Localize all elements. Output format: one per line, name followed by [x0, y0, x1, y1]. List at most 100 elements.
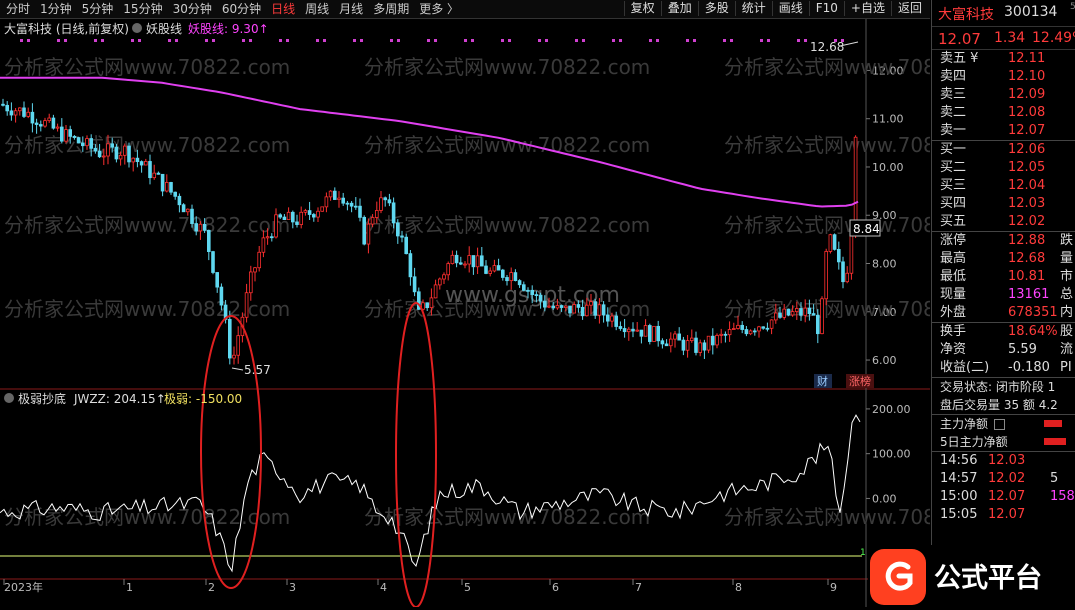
period-tab-7[interactable]: 周线	[305, 2, 329, 16]
stat2-0-row[interactable]: 换手 18.64% 股	[932, 323, 1075, 341]
stock-name[interactable]: 大富科技	[938, 4, 994, 24]
period-tab-1[interactable]: 1分钟	[40, 2, 72, 16]
candle-body	[169, 182, 173, 193]
main-net5-row[interactable]: 5日主力净额	[932, 433, 1075, 451]
ask-5-row[interactable]: 卖五 ¥ 12.11	[932, 50, 1075, 68]
kline-chart[interactable]: 12.0011.0010.009.008.007.006.00200.00100…	[0, 19, 1010, 608]
period-tab-9[interactable]: 多周期	[373, 2, 409, 16]
candle-body	[622, 328, 627, 333]
candle-body	[1, 103, 5, 106]
candle-body	[17, 107, 22, 112]
signal-dot	[730, 39, 733, 42]
tool-button-3[interactable]: 统计	[734, 1, 772, 16]
candle-body	[769, 319, 774, 329]
candle-body	[395, 222, 400, 237]
candle-body	[807, 307, 812, 314]
candle-body	[631, 328, 635, 332]
stat-3-extra: 总	[1060, 287, 1074, 302]
bid-2-value: 12.05	[1008, 160, 1046, 175]
tool-button-6[interactable]: +自选	[843, 1, 891, 16]
x-axis-label: 2023年	[4, 580, 43, 594]
watermark: 分析家公式网www.70822.com	[724, 55, 930, 79]
tick-price: 12.03	[988, 453, 1026, 468]
bid-1-row[interactable]: 买一 12.06	[932, 141, 1075, 159]
tick-volume: 158	[1050, 489, 1075, 504]
candle-body	[85, 138, 89, 147]
tool-button-7[interactable]: 返回	[890, 1, 928, 16]
bid-3-label: 买三	[940, 178, 967, 193]
stat-2-row[interactable]: 最低 10.81 市	[932, 268, 1075, 286]
candle-body	[379, 197, 383, 211]
candle-body	[517, 280, 522, 286]
stat2-2-row[interactable]: 收益(二) -0.180 PI	[932, 359, 1075, 377]
main-net-row[interactable]: 主力净额	[932, 415, 1075, 433]
candle-body	[526, 289, 530, 292]
stat-0-row[interactable]: 涨停 12.88 跌	[932, 232, 1075, 250]
chart-area[interactable]: 12.00 11.00 10.00 9.00 8.00 7.00 6.00 200.00 100…	[0, 19, 1010, 608]
candle-body	[370, 217, 375, 225]
period-tab-6[interactable]: 日线	[271, 2, 295, 16]
bid-2-row[interactable]: 买二 12.05	[932, 159, 1075, 177]
stat2-1-row[interactable]: 净资 5.59 流	[932, 341, 1075, 359]
bid-4-row[interactable]: 买四 12.03	[932, 195, 1075, 213]
candle-body	[102, 155, 106, 158]
indicator-toggle-icon[interactable]	[132, 23, 142, 33]
period-tab-8[interactable]: 月线	[339, 2, 363, 16]
sub-indicator-toggle-icon[interactable]	[4, 393, 14, 403]
candle-body	[576, 304, 581, 308]
sub-chart-title[interactable]: 极弱抄底	[18, 391, 66, 406]
candle-body	[824, 251, 828, 300]
candle-body	[534, 294, 539, 296]
ask-4-row[interactable]: 卖四 12.10	[932, 68, 1075, 86]
main-net5-bar	[1044, 438, 1066, 445]
tick-row: 14:57 12.02 5	[932, 470, 1075, 488]
stat-4-row[interactable]: 外盘 678351 内	[932, 304, 1075, 322]
candle-body	[143, 161, 148, 166]
bid-1-value: 12.06	[1008, 142, 1046, 157]
main-net-menu-icon[interactable]	[994, 419, 1005, 430]
indicator-name[interactable]: 妖股线	[146, 22, 182, 36]
candle-body	[211, 251, 215, 273]
candle-body	[723, 333, 728, 336]
period-tab-0[interactable]: 分时	[6, 2, 30, 16]
low-price-label: 5.57	[244, 363, 271, 377]
ask-4-label: 卖四	[940, 69, 967, 84]
period-tab-10[interactable]: 更多 〉	[419, 2, 459, 16]
stats-block-2: 换手 18.64% 股净资 5.59 流收益(二) -0.180 PI	[932, 323, 1075, 377]
stat-0-label: 涨停	[940, 233, 967, 248]
candle-body	[820, 298, 824, 335]
bid-5-row[interactable]: 买五 12.02	[932, 213, 1075, 231]
candle-body	[282, 216, 287, 220]
period-tab-5[interactable]: 60分钟	[222, 2, 261, 16]
stat2-2-label: 收益(二)	[940, 360, 990, 375]
tool-button-0[interactable]: 复权	[623, 1, 661, 16]
candle-body	[744, 329, 749, 335]
watermark: 分析家公式网www.70822.com	[364, 213, 650, 237]
ask-1-row[interactable]: 卖一 12.07	[932, 122, 1075, 140]
ask-3-row[interactable]: 卖三 12.09	[932, 86, 1075, 104]
tool-button-4[interactable]: 画线	[771, 1, 809, 16]
bid-3-row[interactable]: 买三 12.04	[932, 177, 1075, 195]
candle-body	[383, 197, 387, 201]
signal-dot	[242, 39, 245, 42]
candle-body	[274, 214, 278, 238]
candle-body	[492, 265, 497, 272]
tool-button-2[interactable]: 多股	[697, 1, 735, 16]
signal-dot	[279, 39, 282, 42]
tick-time: 14:56	[940, 453, 978, 468]
candle-body	[585, 304, 589, 317]
x-axis-label: 8	[735, 581, 742, 594]
stat-1-row[interactable]: 最高 12.68 量	[932, 250, 1075, 268]
tick-list: 14:56 12.03 14:57 12.02 5 15:00 12.07 158 15:05 1…	[932, 452, 1075, 524]
tool-button-5[interactable]: F10	[808, 1, 844, 16]
candle-body	[463, 263, 467, 266]
period-tab-2[interactable]: 5分钟	[82, 2, 114, 16]
period-tab-3[interactable]: 15分钟	[123, 2, 162, 16]
tool-button-1[interactable]: 叠加	[660, 1, 698, 16]
stat-2-label: 最低	[940, 269, 967, 284]
stat-3-row[interactable]: 现量 13161 总	[932, 286, 1075, 304]
period-tab-4[interactable]: 30分钟	[173, 2, 212, 16]
ask-2-row[interactable]: 卖二 12.08	[932, 104, 1075, 122]
candle-body	[484, 265, 488, 274]
candle-body	[736, 324, 740, 329]
